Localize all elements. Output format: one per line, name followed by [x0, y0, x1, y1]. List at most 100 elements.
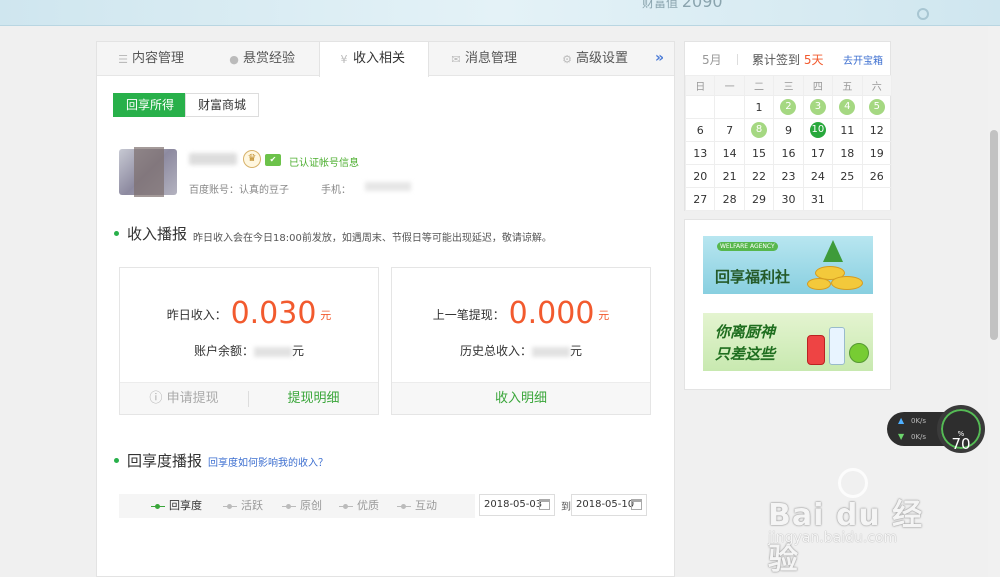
main-panel: ☰ 内容管理 ● 悬赏经验 ¥ 收入相关 ✉ 消息管理 ⚙ 高级设置 » 回享所得 财富商…: [96, 41, 675, 577]
tab-income[interactable]: ¥ 收入相关: [319, 42, 429, 77]
filter-quality[interactable]: 优质: [339, 494, 379, 518]
yesterday-income-value: 0.030: [230, 296, 317, 331]
weekday-header: 六: [861, 75, 893, 96]
coin-icon: [831, 276, 863, 290]
line-series-icon: [223, 503, 237, 509]
apply-withdraw-button[interactable]: ⓘ 申请提现: [120, 383, 248, 415]
calendar-day[interactable]: 23: [773, 164, 804, 188]
date-range-separator: 到: [561, 502, 571, 513]
calendar-day[interactable]: 10: [802, 118, 834, 142]
calendar-day[interactable]: 15: [743, 141, 775, 165]
avatar[interactable]: [119, 147, 177, 197]
calendar-day[interactable]: 11: [832, 118, 863, 142]
account-name: 百度账号：认真的豆子: [189, 185, 289, 196]
network-speed-widget[interactable]: ▲ 0K/s ▼ 0K/s 70%: [887, 405, 985, 453]
line-series-icon: [397, 503, 411, 509]
calendar-day[interactable]: 18: [832, 141, 863, 165]
income-detail-link[interactable]: 收入明细: [392, 383, 650, 415]
signed-day-marker: 3: [809, 99, 826, 115]
yesterday-income-label: 昨日收入：: [166, 308, 227, 322]
calendar-day[interactable]: 16: [773, 141, 804, 165]
calendar-day[interactable]: 2: [773, 95, 804, 119]
withdraw-detail-link[interactable]: 提现明细: [249, 383, 378, 415]
calendar-day[interactable]: 26: [861, 164, 893, 188]
calendar-day[interactable]: 5: [861, 95, 893, 119]
calendar-day[interactable]: 3: [802, 95, 834, 119]
calendar-icon: [631, 499, 642, 510]
calendar-day[interactable]: 4: [832, 95, 863, 119]
share-help-link[interactable]: 回享度如何影响我的收入？: [208, 454, 328, 469]
download-arrow-icon: ▼: [898, 432, 905, 441]
calendar-day[interactable]: 7: [714, 118, 745, 142]
calendar-day[interactable]: 22: [743, 164, 775, 188]
open-treasure-link[interactable]: 去开宝箱: [843, 52, 883, 67]
calendar-day[interactable]: 19: [861, 141, 893, 165]
calendar-empty-cell: [832, 187, 863, 211]
metric-filter-bar: 回享度 活跃 原创 优质 互动: [119, 494, 475, 518]
calendar-day[interactable]: 12: [861, 118, 893, 142]
phone-redacted: [365, 182, 411, 191]
verify-account-link[interactable]: 已认证帐号信息: [289, 154, 359, 169]
mail-icon: ✉: [451, 53, 461, 66]
share-section-title: 回享度播报: [127, 452, 203, 470]
tab-content-manage[interactable]: ☰ 内容管理: [117, 42, 184, 76]
upload-arrow-icon: ▲: [898, 416, 905, 425]
subtab-wealth-mall[interactable]: 财富商城: [185, 93, 260, 117]
date-from-input[interactable]: 2018-05-03: [479, 494, 555, 516]
section-bullet: [114, 458, 119, 463]
calendar-day[interactable]: 30: [773, 187, 804, 211]
search-icon[interactable]: [917, 8, 929, 20]
scrollbar-thumb[interactable]: [990, 130, 998, 340]
calendar-day[interactable]: 13: [684, 141, 716, 165]
filter-share-degree[interactable]: 回享度: [151, 494, 202, 518]
level-badge-icon: ♛: [243, 150, 261, 168]
page-scrollbar[interactable]: [988, 26, 1000, 577]
welfare-banner[interactable]: WELFARE AGENCY 回享福利社: [703, 236, 873, 294]
tab-advanced[interactable]: ⚙ 高级设置: [561, 42, 628, 76]
tab-reward-exp[interactable]: ● 悬赏经验: [228, 42, 295, 76]
calendar-day[interactable]: 1: [743, 95, 775, 119]
last-withdraw-value: 0.000: [508, 296, 595, 331]
today-marker: 10: [809, 122, 826, 138]
yesterday-income-unit: 元: [320, 309, 332, 322]
sign-in-calendar: 5月 累计签到 5天 去开宝箱 日一二三四五六 1 2 3 4 5 6 7 8 9 10 11 12 13…: [684, 41, 893, 211]
calendar-day[interactable]: 31: [802, 187, 834, 211]
calendar-day[interactable]: 24: [802, 164, 834, 188]
calendar-day[interactable]: 25: [832, 164, 863, 188]
banner-title-line2: 只差这些: [715, 345, 776, 363]
income-section-note: 昨日收入会在今日18:00前发放，如遇周末、节假日等可能出现延迟，敬请谅解。: [193, 233, 552, 244]
gear-icon: ⚙: [562, 53, 572, 66]
total-income-redacted: [532, 346, 570, 357]
subtab-share-income[interactable]: 回享所得: [113, 93, 188, 117]
banner-title-line1: 你离厨神: [715, 323, 776, 341]
calendar-day[interactable]: 27: [684, 187, 716, 211]
list-icon: ☰: [118, 53, 128, 66]
calendar-day[interactable]: 14: [714, 141, 745, 165]
calendar-day[interactable]: 21: [714, 164, 745, 188]
coin-icon: ●: [229, 53, 239, 66]
calendar-day[interactable]: 6: [684, 118, 716, 142]
calendar-day[interactable]: 9: [773, 118, 804, 142]
date-to-input[interactable]: 2018-05-10: [571, 494, 647, 516]
chef-banner[interactable]: 你离厨神 只差这些: [703, 313, 873, 371]
weekday-header: 一: [714, 75, 745, 96]
calendar-day[interactable]: 17: [802, 141, 834, 165]
coin-icon: [807, 278, 831, 290]
calendar-grid: 日一二三四五六 1 2 3 4 5 6 7 8 9 10 11 12 13 14 15 16 17 18 19 20 21…: [684, 75, 893, 211]
calendar-day[interactable]: 28: [714, 187, 745, 211]
signed-day-marker: 8: [751, 122, 768, 138]
calendar-day[interactable]: 20: [684, 164, 716, 188]
baidu-watermark: Bai du 经验 jingyan.baidu.com: [768, 468, 948, 577]
filter-interaction[interactable]: 互动: [397, 494, 437, 518]
more-tabs-icon[interactable]: »: [655, 42, 664, 76]
weekday-header: 三: [773, 75, 804, 96]
tab-messages[interactable]: ✉ 消息管理: [450, 42, 517, 76]
sign-in-count: 累计签到 5天: [752, 53, 824, 67]
calendar-day[interactable]: 29: [743, 187, 775, 211]
filter-active[interactable]: 活跃: [223, 494, 263, 518]
calendar-empty-cell: [714, 95, 745, 119]
filter-original[interactable]: 原创: [282, 494, 322, 518]
username-redacted: [189, 153, 237, 165]
calendar-day[interactable]: 8: [743, 118, 775, 142]
banner-title: 回享福利社: [715, 268, 791, 286]
